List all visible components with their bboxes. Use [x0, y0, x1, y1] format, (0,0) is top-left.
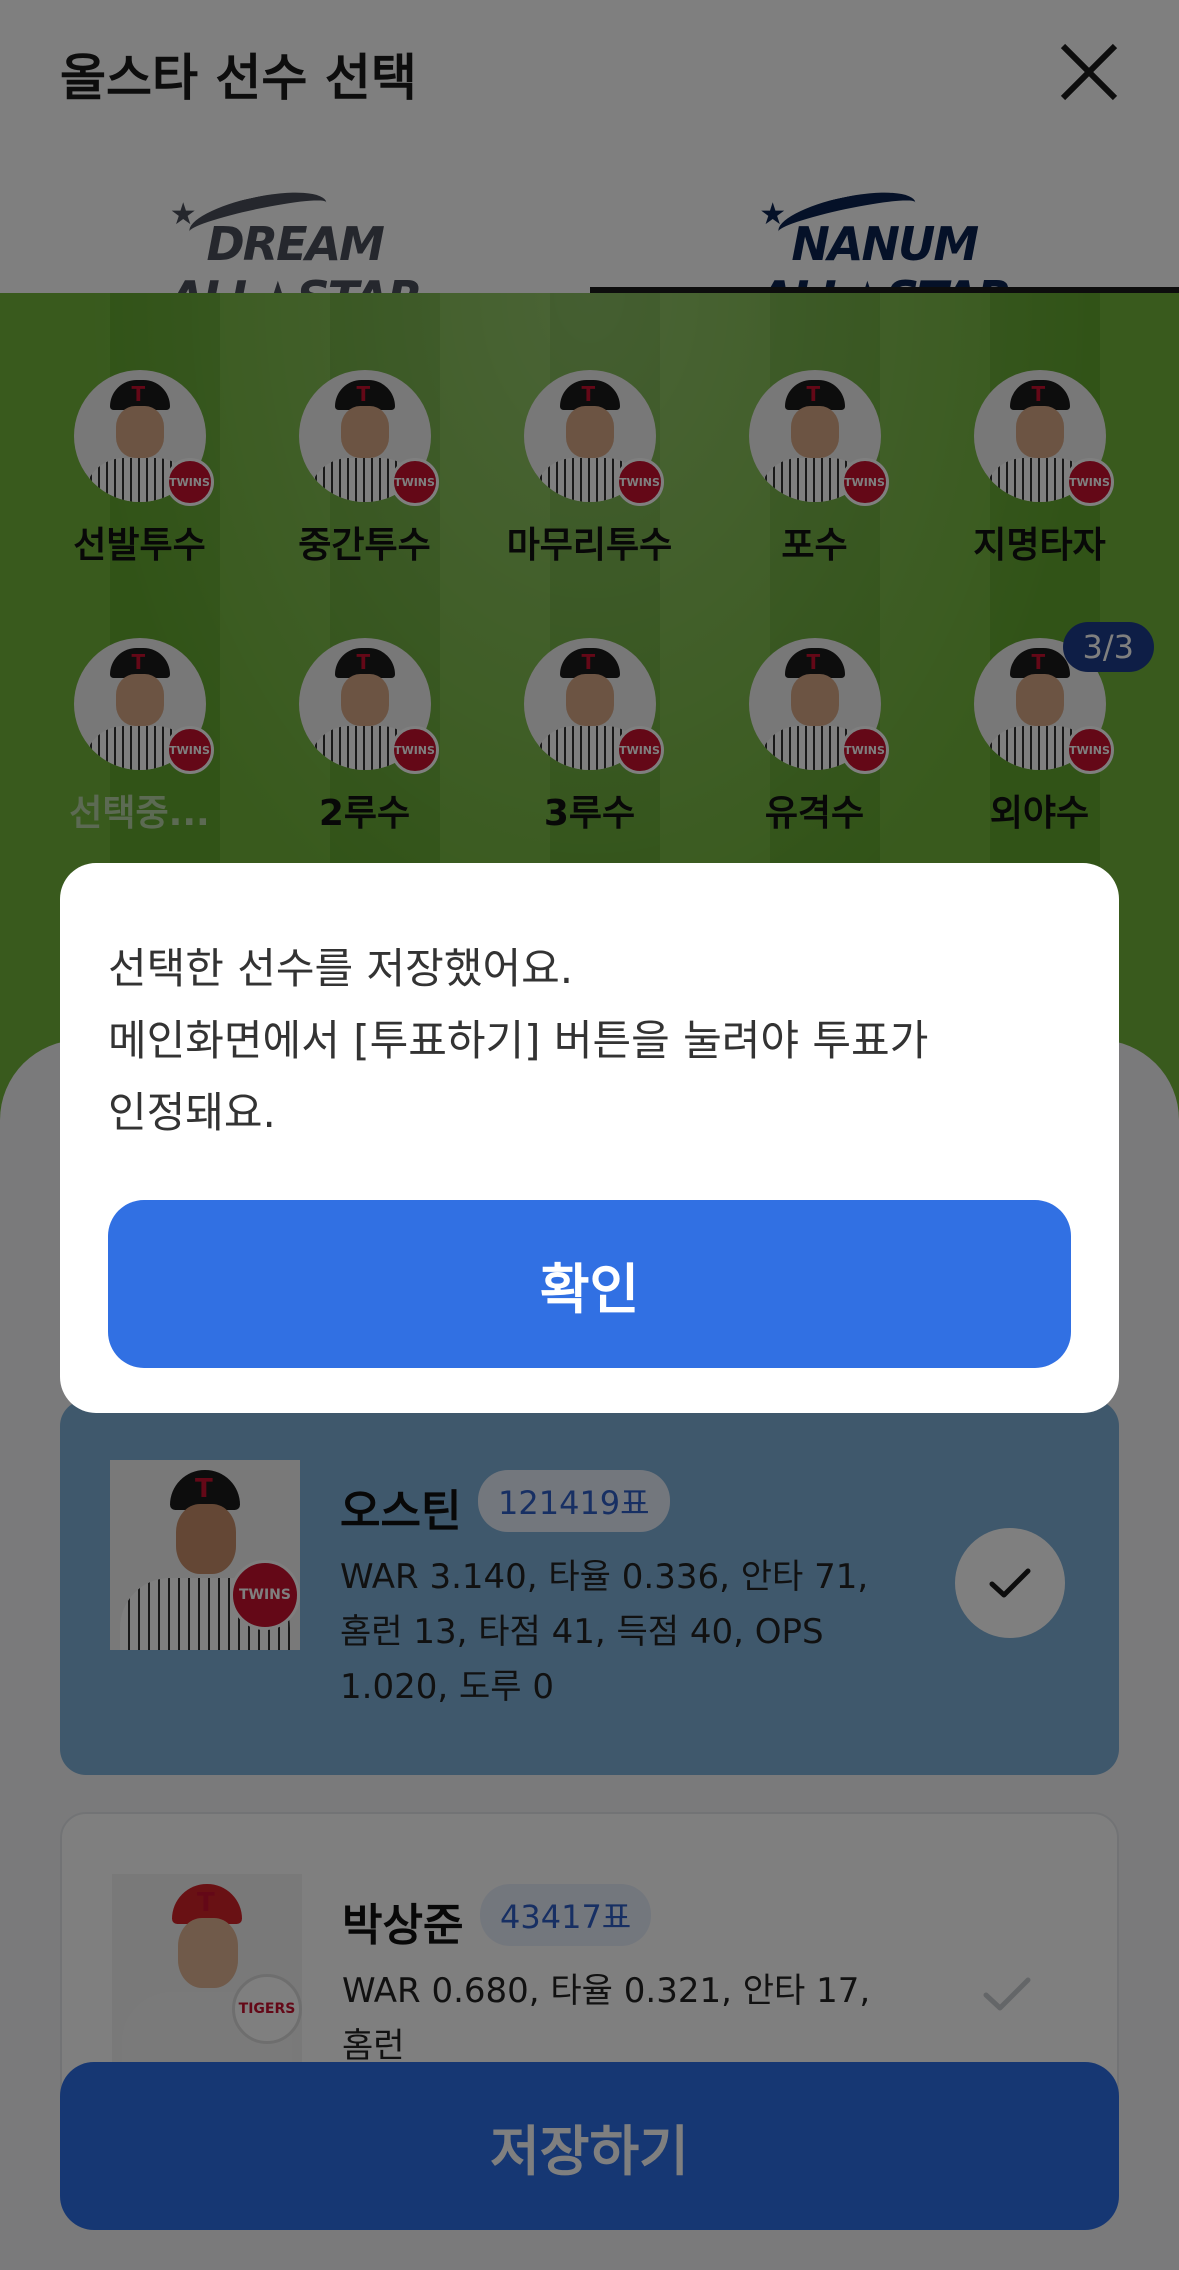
dialog-message-line: 선택한 선수를 저장했어요.	[108, 944, 574, 993]
dialog-message-line: 인정돼요.	[108, 1088, 276, 1137]
save-confirm-dialog: 선택한 선수를 저장했어요. 메인화면에서 [투표하기] 버튼을 눌려야 투표가…	[60, 863, 1119, 1413]
confirm-button[interactable]: 확인	[108, 1200, 1071, 1368]
dialog-message: 선택한 선수를 저장했어요. 메인화면에서 [투표하기] 버튼을 눌려야 투표가…	[108, 933, 1048, 1149]
dialog-message-line: 메인화면에서 [투표하기] 버튼을 눌려야 투표가	[108, 1016, 929, 1065]
